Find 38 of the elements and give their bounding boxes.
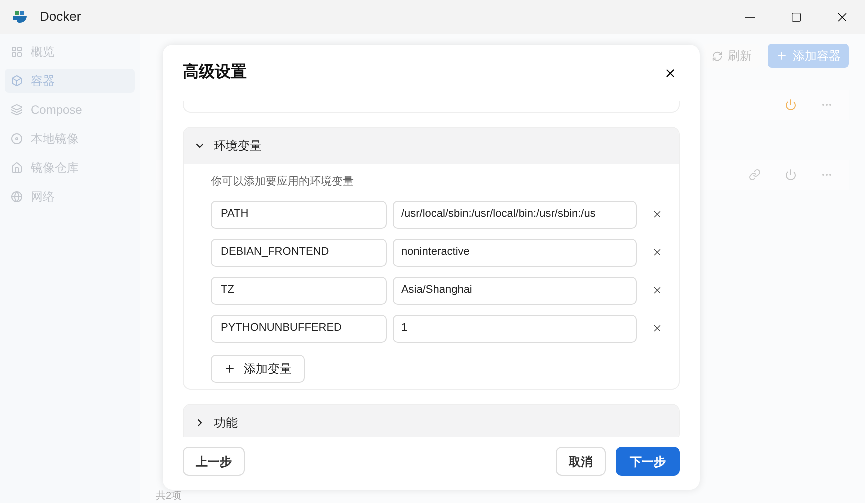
value-field[interactable]: 1: [393, 314, 638, 342]
section-hint: 你可以添加要应用的环境变量: [211, 174, 355, 190]
add-variable-button[interactable]: 添加变量: [211, 354, 305, 382]
plus-icon: [776, 50, 788, 62]
remove-icon: [652, 285, 663, 296]
remove-icon: [652, 323, 663, 334]
power-icon[interactable]: [785, 99, 797, 111]
section-header[interactable]: 环境变量: [184, 128, 679, 164]
value-field[interactable]: /usr/local/sbin:/usr/local/bin:/usr/sbin:/us: [393, 200, 638, 228]
maximize-icon: [790, 12, 802, 22]
key-field[interactable]: PATH: [211, 200, 388, 228]
value-field[interactable]: Asia/Shanghai: [393, 276, 638, 304]
value-field[interactable]: noninteractive: [393, 238, 638, 266]
remove-icon: [652, 209, 663, 220]
window-title: Docker: [40, 8, 82, 26]
item-count: 共2项: [156, 491, 183, 503]
sidebar-item-icon: [11, 191, 23, 203]
power-icon[interactable]: [785, 169, 797, 181]
key-field[interactable]: DEBIAN_FRONTEND: [211, 238, 388, 266]
sidebar-item-icon: [11, 46, 23, 58]
link-icon[interactable]: [749, 169, 761, 181]
key-field[interactable]: PYTHONUNBUFFERED: [211, 314, 388, 342]
next-button[interactable]: 下一步: [616, 447, 680, 476]
section-header[interactable]: 功能: [184, 404, 679, 437]
cancel-button[interactable]: 取消: [556, 447, 606, 476]
remove-icon: [652, 247, 663, 258]
sidebar-item-icon: [11, 162, 23, 174]
plus-icon: [224, 362, 236, 374]
back-button[interactable]: 上一步: [183, 447, 245, 476]
sidebar-item-icon: [11, 75, 23, 87]
app-logo-icon: [12, 9, 28, 25]
dialog-title: 高级设置: [183, 62, 247, 83]
key-field[interactable]: TZ: [211, 276, 388, 304]
close-icon: [664, 66, 676, 80]
sidebar-item-icon: [11, 133, 23, 145]
sidebar-item-icon: [11, 104, 23, 116]
refresh-icon: [712, 50, 723, 62]
minimize-icon: [745, 16, 755, 18]
